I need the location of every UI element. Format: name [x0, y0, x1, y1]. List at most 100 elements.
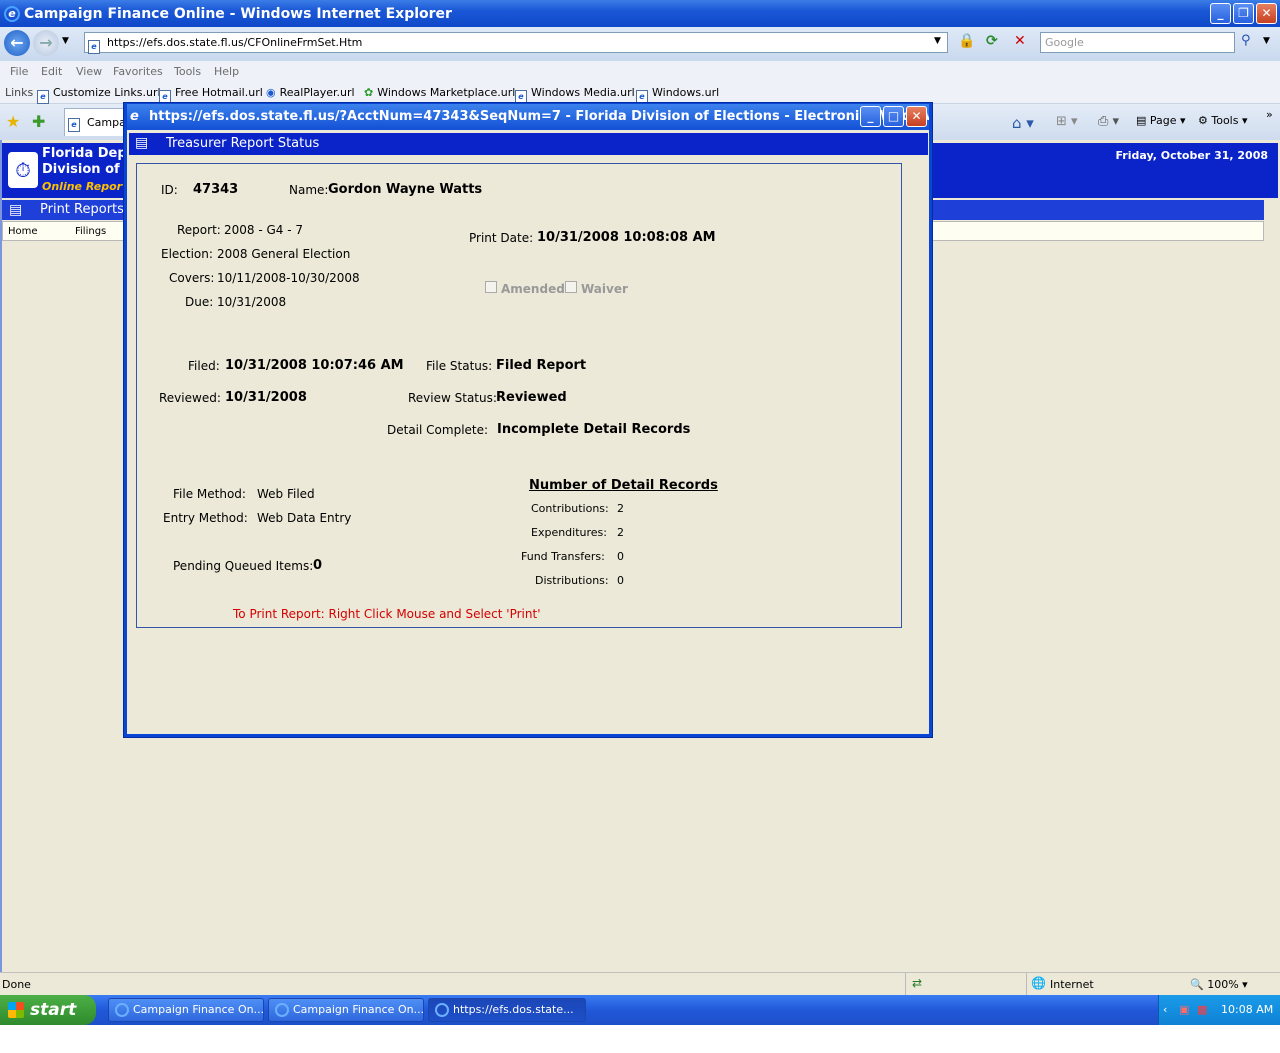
menu-tools[interactable]: Tools [174, 65, 201, 78]
tray-expand-icon[interactable]: ‹ [1163, 995, 1167, 1025]
zoom-level[interactable]: 🔍 100% ▾ [1190, 978, 1248, 991]
popup-titlebar: https://efs.dos.state.fl.us/?AcctNum=473… [127, 104, 929, 130]
links-label: Links [5, 86, 34, 99]
menu-file[interactable]: File [10, 65, 28, 78]
distributions-value: 0 [617, 574, 624, 587]
treasurer-report-header: Treasurer Report Status [129, 133, 928, 155]
site-date: Friday, October 31, 2008 [1115, 149, 1269, 162]
tray-network-icon[interactable]: ▣ [1179, 995, 1189, 1025]
name-label: Name: [289, 183, 329, 197]
site-clock-icon: ⏱ [8, 152, 38, 188]
file-status-label: File Status: [426, 359, 493, 373]
close-button[interactable]: ✕ [1256, 3, 1277, 24]
election-label: Election: [161, 247, 213, 261]
search-options-icon[interactable]: ▼ [1263, 36, 1270, 46]
entry-method-value: Web Data Entry [257, 511, 352, 525]
globe-icon: 🌐 [1031, 976, 1046, 990]
link-realplayer[interactable]: ◉ RealPlayer.url [266, 86, 355, 99]
popup-ie-icon: e [130, 109, 139, 124]
browser-window-title: Campaign Finance Online - Windows Intern… [24, 5, 452, 22]
ie-icon [435, 1003, 449, 1017]
print-icon[interactable]: ⎙ ▾ [1098, 114, 1119, 129]
amended-checkbox [485, 281, 497, 293]
taskbar-item-efs-popup[interactable]: https://efs.dos.state... [428, 998, 586, 1022]
election-value: 2008 General Election [217, 247, 351, 261]
forward-button[interactable]: → [33, 30, 59, 56]
status-divider [905, 973, 906, 995]
home-icon[interactable]: ⌂ ▾ [1012, 114, 1034, 132]
restore-button[interactable]: ❐ [1233, 3, 1254, 24]
menu-view[interactable]: View [76, 65, 102, 78]
link-windows-marketplace[interactable]: ✿ Windows Marketplace.url [364, 86, 515, 99]
screen-margin [0, 1025, 1280, 1053]
popup-minimize-button[interactable]: _ [860, 106, 881, 127]
contributions-label: Contributions: [531, 502, 609, 515]
review-status-label: Review Status: [408, 391, 497, 405]
status-divider [1026, 973, 1027, 995]
favorites-star-icon[interactable]: ★ [6, 112, 20, 131]
minimize-button[interactable]: _ [1210, 3, 1231, 24]
waiver-checkbox [565, 281, 577, 293]
site-title: Florida Depa Division of E [42, 146, 136, 177]
file-method-value: Web Filed [257, 487, 315, 501]
amended-label: Amended [501, 282, 565, 296]
stop-icon[interactable]: ✕ [1014, 33, 1026, 49]
taskbar-item-campaign-1[interactable]: Campaign Finance On... [108, 998, 264, 1022]
history-dropdown-icon[interactable]: ▼ [62, 36, 69, 46]
fund-transfers-label: Fund Transfers: [521, 550, 605, 563]
tray-clock[interactable]: 10:08 AM [1221, 995, 1273, 1025]
address-dropdown-icon[interactable]: ▼ [934, 36, 941, 46]
gear-icon: ⚙ [1198, 114, 1208, 127]
review-status-value: Reviewed [496, 390, 567, 405]
popup-close-button[interactable]: ✕ [906, 106, 927, 127]
status-sync-icon: ⇄ [912, 976, 923, 990]
taskbar-item-campaign-2[interactable]: Campaign Finance On... [268, 998, 424, 1022]
add-favorites-icon[interactable]: ✚ [32, 112, 45, 131]
browser-titlebar: e Campaign Finance Online - Windows Inte… [0, 0, 1280, 27]
detail-complete-value: Incomplete Detail Records [497, 422, 691, 437]
refresh-icon[interactable]: ⟳ [986, 33, 998, 49]
page-icon: e [88, 36, 104, 54]
tray-security-icon[interactable]: ▩ [1197, 995, 1207, 1025]
realplayer-icon: ◉ [266, 86, 276, 99]
popup-maximize-button[interactable]: □ [883, 106, 904, 127]
security-zone: Internet [1050, 978, 1094, 991]
detail-records-title: Number of Detail Records [529, 478, 718, 493]
contributions-value: 2 [617, 502, 624, 515]
chevron-right-icon[interactable]: » [1266, 108, 1273, 121]
feeds-icon[interactable]: ⊞ ▾ [1056, 114, 1078, 129]
entry-method-label: Entry Method: [163, 511, 248, 525]
covers-label: Covers: [169, 271, 215, 285]
reviewed-label: Reviewed: [159, 391, 221, 405]
filed-label: Filed: [188, 359, 220, 373]
file-method-label: File Method: [173, 487, 246, 501]
expenditures-value: 2 [617, 526, 624, 539]
nav-filings[interactable]: Filings [75, 226, 106, 237]
expenditures-label: Expenditures: [531, 526, 607, 539]
nav-home[interactable]: Home [8, 226, 38, 237]
filed-value: 10/31/2008 10:07:46 AM [225, 358, 404, 373]
menu-edit[interactable]: Edit [41, 65, 62, 78]
marketplace-icon: ✿ [364, 86, 374, 99]
popup-window-title: https://efs.dos.state.fl.us/?AcctNum=473… [149, 109, 929, 124]
fund-transfers-value: 0 [617, 550, 624, 563]
report-icon: ▤ [9, 202, 23, 218]
lock-icon[interactable]: 🔒 [958, 33, 975, 49]
search-input[interactable]: Google [1040, 32, 1235, 53]
print-date-value: 10/31/2008 10:08:08 AM [537, 230, 716, 245]
ie-icon [115, 1003, 129, 1017]
back-button[interactable]: ← [4, 30, 30, 56]
zoom-icon: 🔍 [1190, 978, 1204, 991]
due-value: 10/31/2008 [217, 295, 287, 309]
ie-logo-icon: e [4, 5, 20, 22]
page-menu-button[interactable]: ▤ Page ▾ [1136, 114, 1186, 127]
address-input[interactable]: https://efs.dos.state.fl.us/CFOnlineFrmS… [84, 32, 948, 53]
link-page-icon: e [37, 90, 49, 104]
tools-menu-button[interactable]: ⚙ Tools ▾ [1198, 114, 1248, 127]
search-icon[interactable]: ⚲ [1241, 33, 1251, 48]
status-bar: Done ⇄ 🌐 Internet 🔍 100% ▾ [0, 972, 1280, 995]
menu-favorites[interactable]: Favorites [113, 65, 163, 78]
distributions-label: Distributions: [535, 574, 609, 587]
pending-queued-value: 0 [313, 558, 323, 573]
menu-help[interactable]: Help [214, 65, 239, 78]
